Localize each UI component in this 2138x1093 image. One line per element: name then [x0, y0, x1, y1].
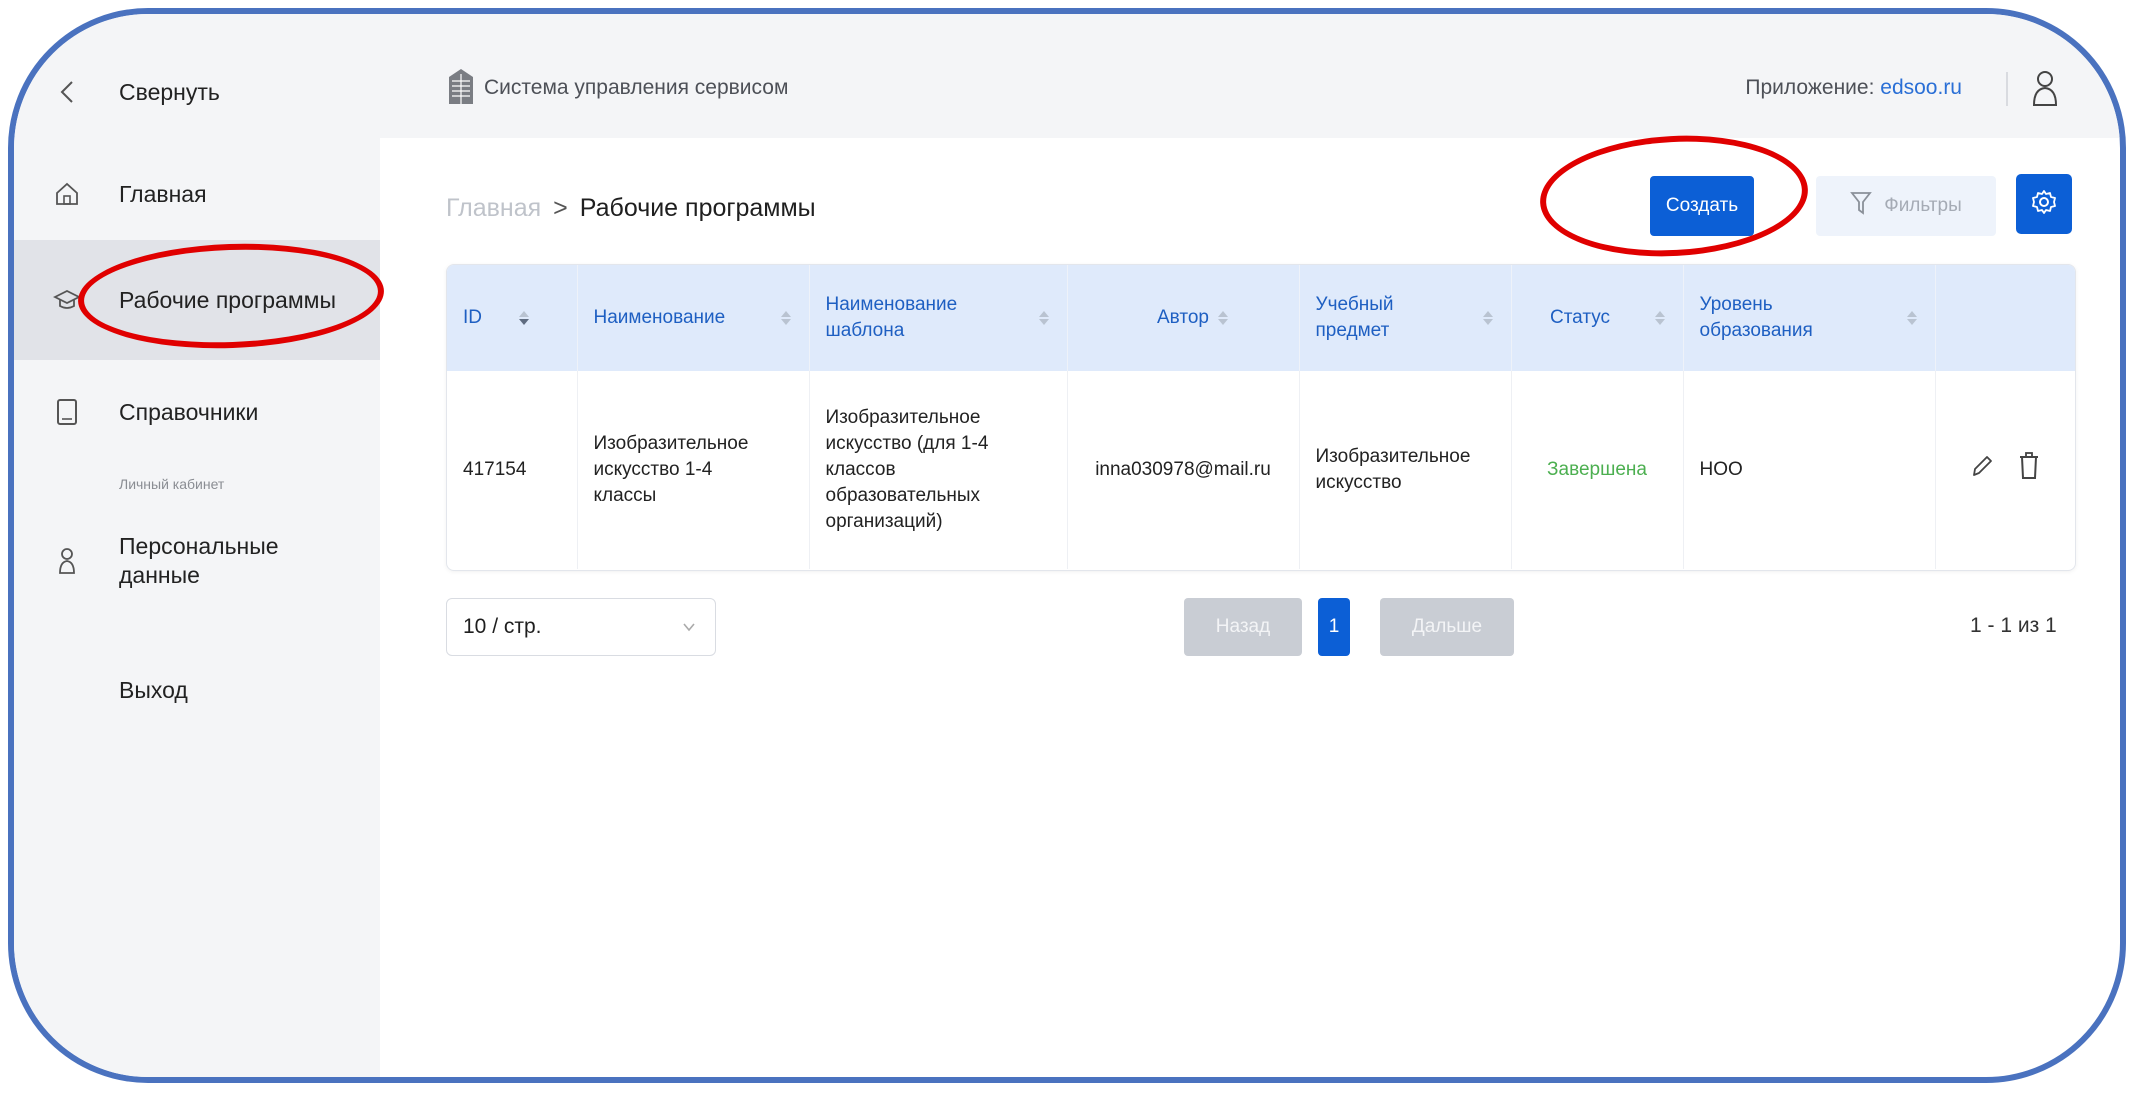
chevron-left-icon	[52, 77, 82, 107]
graduation-cap-icon	[52, 285, 82, 315]
sidebar-item-personal-data[interactable]: Персональные данные	[14, 526, 380, 596]
cell-subject: Изобразительное искусство	[1299, 371, 1512, 569]
sidebar-item-logout[interactable]: Выход	[14, 670, 380, 710]
sort-icon	[1217, 311, 1228, 325]
top-header: Система управления сервисом Приложение: …	[380, 14, 2120, 138]
sort-icon	[1038, 311, 1049, 325]
sort-icon	[519, 311, 529, 325]
sidebar-item-label: Рабочие программы	[119, 286, 337, 313]
column-header-level[interactable]: Уровень образования	[1683, 265, 1936, 371]
sidebar-item-home[interactable]: Главная	[14, 174, 380, 214]
prev-page-button[interactable]: Назад	[1184, 598, 1302, 656]
column-header-template[interactable]: Наименование шаблона	[809, 265, 1068, 371]
sidebar-item-references[interactable]: Справочники	[14, 392, 380, 432]
breadcrumb-home[interactable]: Главная	[446, 194, 541, 223]
table-row[interactable]: 417154 Изобразительное искусство 1-4 кла…	[447, 371, 2075, 569]
filter-button-label: Фильтры	[1884, 195, 1962, 216]
column-header-id[interactable]: ID	[447, 265, 578, 371]
sidebar-collapse-label: Свернуть	[119, 78, 220, 105]
sidebar: Свернуть Главная Рабочие программы Справ…	[14, 14, 380, 1077]
app-title: Система управления сервисом	[484, 76, 789, 99]
sidebar-item-label: Выход	[119, 676, 188, 703]
next-page-button[interactable]: Дальше	[1380, 598, 1514, 656]
header-divider	[2006, 72, 2008, 106]
cell-author: inna030978@mail.ru	[1067, 371, 1300, 569]
delete-trash-icon[interactable]	[2018, 452, 2040, 488]
sidebar-item-label: Справочники	[119, 398, 259, 425]
home-icon	[52, 179, 82, 209]
screenshot-frame: Свернуть Главная Рабочие программы Справ…	[8, 8, 2126, 1083]
app-indicator: Приложение: edsoo.ru	[1745, 76, 1962, 100]
sort-icon	[1654, 311, 1665, 325]
page-number-button[interactable]: 1	[1318, 598, 1350, 656]
page-title: Рабочие программы	[579, 194, 816, 222]
filter-button[interactable]: Фильтры	[1816, 176, 1996, 236]
pagination-range: 1 - 1 из 1	[1970, 614, 2057, 637]
column-header-name[interactable]: Наименование	[577, 265, 810, 371]
page-size-value: 10 / стр.	[463, 615, 542, 638]
breadcrumb-separator: >	[553, 194, 568, 222]
cell-level: НОО	[1683, 371, 1936, 569]
edit-pencil-icon[interactable]	[1970, 453, 1994, 487]
app-link[interactable]: edsoo.ru	[1880, 76, 1962, 99]
building-logo-icon	[446, 68, 476, 106]
cell-actions	[1935, 371, 2075, 569]
sidebar-item-label: Персональные данные	[119, 533, 279, 588]
app-indicator-label: Приложение:	[1745, 76, 1875, 99]
column-header-status[interactable]: Статус	[1511, 265, 1684, 371]
settings-button[interactable]	[2016, 174, 2072, 234]
user-icon	[52, 546, 82, 576]
gear-icon	[2031, 189, 2057, 220]
status-badge: Завершена	[1511, 371, 1684, 569]
sort-icon	[780, 311, 791, 325]
user-profile-icon[interactable]	[2030, 68, 2060, 108]
cell-id: 417154	[447, 371, 578, 569]
column-header-actions	[1935, 265, 2075, 371]
cell-name: Изобразительное искусство 1-4 классы	[577, 371, 810, 569]
filter-icon	[1850, 190, 1873, 222]
sidebar-section-personal-cabinet: Личный кабинет	[119, 476, 225, 492]
sidebar-collapse[interactable]: Свернуть	[14, 72, 380, 112]
table-header-row: ID Наименование Наименование шаблона Авт…	[447, 265, 2075, 371]
cell-template: Изобразительное искусство (для 1-4 класс…	[809, 371, 1068, 569]
sort-icon	[1906, 311, 1917, 325]
breadcrumb: Главная > Рабочие программы	[446, 194, 816, 223]
chevron-down-icon	[681, 617, 697, 641]
sidebar-item-label: Главная	[119, 180, 207, 207]
column-header-author[interactable]: Автор	[1067, 265, 1300, 371]
sort-icon	[1482, 311, 1493, 325]
book-icon	[52, 397, 82, 427]
page-size-select[interactable]: 10 / стр.	[446, 598, 716, 656]
programs-table: ID Наименование Наименование шаблона Авт…	[446, 264, 2076, 571]
create-button[interactable]: Создать	[1650, 176, 1754, 236]
column-header-subject[interactable]: Учебный предмет	[1299, 265, 1512, 371]
sidebar-item-work-programs[interactable]: Рабочие программы	[14, 240, 380, 360]
